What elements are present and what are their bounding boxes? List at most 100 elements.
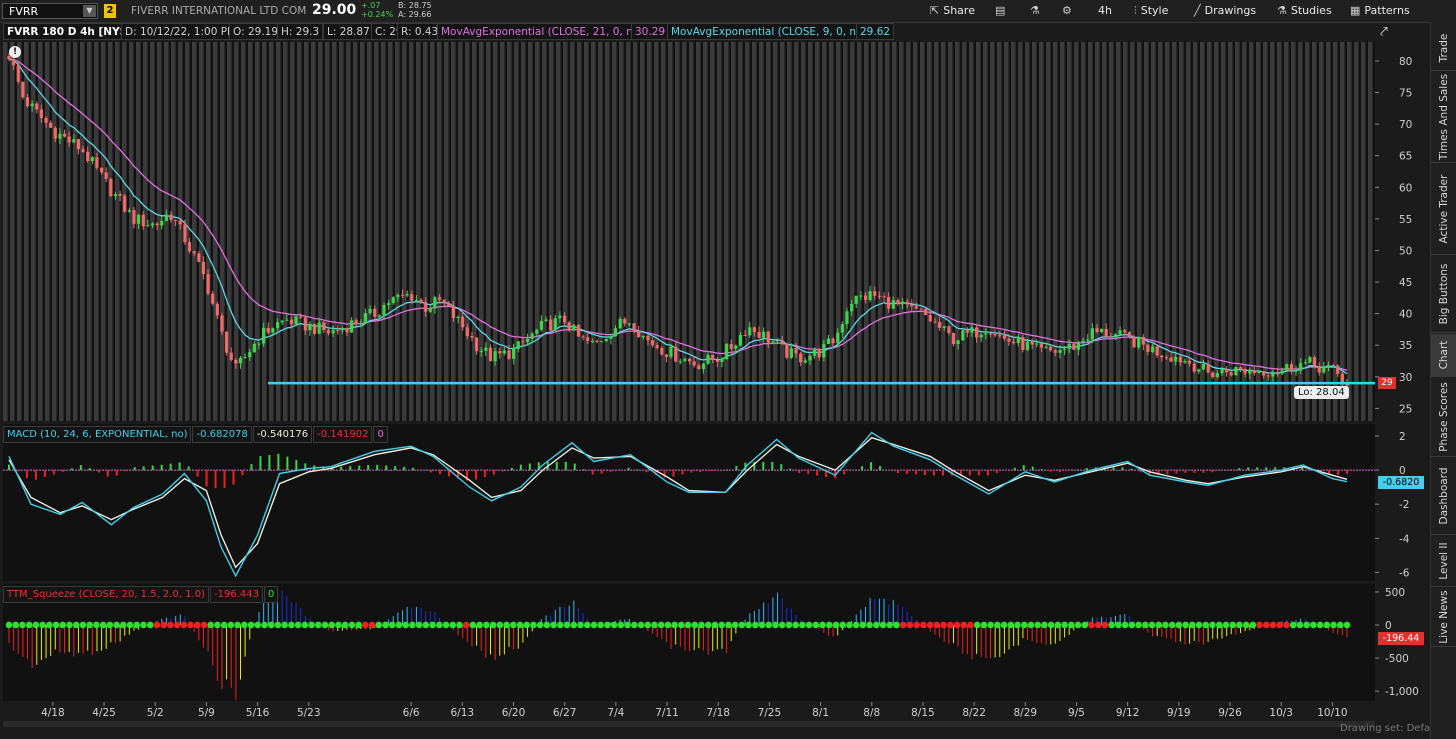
squeeze-dot: [738, 621, 746, 629]
side-tab-live-news[interactable]: Live News: [1431, 588, 1456, 647]
side-tab-phase-scores[interactable]: Phase Scores: [1431, 378, 1456, 457]
time-tick-label: 4/18: [41, 707, 65, 719]
candle-body: [715, 359, 719, 362]
macd-pane[interactable]: MACD (10, 24, 6, EXPONENTIAL, no) -0.6820…: [3, 424, 1375, 581]
squeeze-dot: [1094, 621, 1102, 629]
patterns-button[interactable]: ▦ Patterns: [1350, 3, 1410, 19]
squeeze-dot: [1182, 621, 1189, 629]
side-tab-chart[interactable]: Chart: [1431, 334, 1456, 377]
squeeze-dot: [1316, 621, 1324, 629]
session-stripe: [920, 42, 925, 421]
session-stripe: [1361, 42, 1366, 421]
macd-diff: -0.141902: [313, 426, 373, 443]
candle-body: [627, 323, 631, 325]
session-stripe: [577, 42, 582, 421]
side-tab-level-ii[interactable]: Level II: [1431, 536, 1456, 587]
scrollbar[interactable]: [3, 721, 1375, 727]
candle-body: [762, 331, 766, 338]
session-stripe: [1025, 42, 1030, 421]
time-tick-label: 5/9: [198, 707, 215, 719]
style-button[interactable]: ⫶ Style: [1134, 3, 1168, 19]
candle-body: [1030, 341, 1034, 345]
squeeze-dot: [140, 621, 147, 629]
symbol-dropdown-icon[interactable]: ▼: [83, 5, 96, 17]
squeeze-dot: [1175, 621, 1183, 629]
candle-body: [155, 223, 159, 226]
candle-body: [123, 195, 127, 212]
candle-body: [484, 347, 488, 351]
candle-body: [1044, 346, 1048, 348]
candle-body: [137, 214, 141, 224]
candle-body: [1021, 337, 1025, 350]
side-tab-times-and-sales[interactable]: Times And Sales: [1431, 72, 1456, 163]
candle-body: [1271, 373, 1275, 377]
chart-toggle-icon[interactable]: ⤤: [1380, 24, 1388, 40]
session-stripe: [52, 42, 57, 421]
candle-body: [312, 323, 317, 334]
candle-body: [44, 118, 48, 123]
candle-body: [826, 338, 831, 344]
squeeze-dot: [193, 621, 201, 629]
candle-body: [340, 328, 344, 331]
candle-body: [618, 318, 622, 329]
squeeze-dot: [214, 621, 221, 629]
side-tab-dashboard[interactable]: Dashboard: [1431, 458, 1456, 535]
squeeze-dot: [704, 621, 712, 629]
candle-body: [637, 331, 641, 338]
notes-button[interactable]: ▤: [995, 3, 1009, 19]
candle-body: [192, 251, 196, 254]
share-button[interactable]: ⇱ Share: [930, 3, 975, 19]
session-stripe: [787, 42, 792, 421]
symbol-input[interactable]: FVRR ▼: [2, 3, 98, 19]
candle-body: [808, 355, 812, 361]
candle-body: [961, 330, 965, 341]
macd-axis[interactable]: 2 0 -2 -4 -6 -0.6820: [1375, 424, 1428, 581]
session-stripe: [1277, 42, 1282, 421]
side-tab-trade[interactable]: Trade: [1431, 26, 1456, 71]
squeeze-pane[interactable]: TTM_Squeeze (CLOSE, 20, 1.5, 2.0, 1.0) -1…: [3, 584, 1375, 701]
squeeze-dot: [1168, 621, 1176, 629]
squeeze-dot: [382, 621, 389, 629]
session-stripe: [283, 42, 288, 421]
session-stripe: [101, 42, 106, 421]
link-badge[interactable]: 2: [104, 4, 116, 18]
candle-body: [882, 296, 886, 298]
side-tab-big-buttons[interactable]: Big Buttons: [1431, 256, 1456, 333]
candle-body: [1072, 343, 1076, 350]
candle-body: [998, 335, 1002, 337]
candle-body: [729, 343, 733, 349]
squeeze-dot: [496, 621, 504, 629]
squeeze-dot: [920, 621, 927, 629]
timeframe-button[interactable]: 4h: [1098, 3, 1112, 19]
squeeze-dot: [267, 621, 275, 629]
session-stripe: [178, 42, 183, 421]
session-stripe: [934, 42, 939, 421]
session-stripe: [409, 42, 414, 421]
settings-button[interactable]: ⚙: [1062, 3, 1076, 19]
price-axis[interactable]: 80 75 70 65 60 55 50 45 40 35 30 25 29: [1375, 42, 1428, 421]
flask-button[interactable]: ⚗: [1030, 3, 1044, 19]
time-axis[interactable]: 4/18 4/25 5/2 5/9 5/16 5/23 6/6 6/13 6/20 6/27 7/4…: [3, 702, 1375, 720]
price-pane[interactable]: ! Lo: 28.04: [3, 42, 1375, 421]
candle-body: [12, 59, 16, 66]
candle-body: [86, 151, 90, 162]
candle-body: [442, 299, 446, 304]
squeeze-tick-label: -1,000: [1385, 686, 1419, 698]
session-stripe: [1270, 42, 1275, 421]
alert-icon[interactable]: !: [9, 46, 21, 58]
price-tick-label: 45: [1399, 277, 1412, 289]
squeeze-axis[interactable]: 500 0 -500 -1,000 -196.44: [1375, 584, 1428, 701]
candle-body: [1238, 367, 1243, 370]
session-stripe: [542, 42, 547, 421]
studies-button[interactable]: ⚗ Studies: [1277, 3, 1332, 19]
drawings-button[interactable]: ╱ Drawings: [1194, 3, 1256, 19]
candle-body: [1039, 343, 1044, 348]
session-stripe: [857, 42, 862, 421]
squeeze-dot: [362, 621, 369, 629]
candle-body: [224, 331, 229, 353]
side-tab-active-trader[interactable]: Active Trader: [1431, 164, 1456, 255]
candle-body: [1067, 343, 1071, 349]
squeeze-dot: [25, 621, 33, 629]
squeeze-dot: [1068, 621, 1075, 629]
squeeze-dot: [604, 621, 611, 629]
